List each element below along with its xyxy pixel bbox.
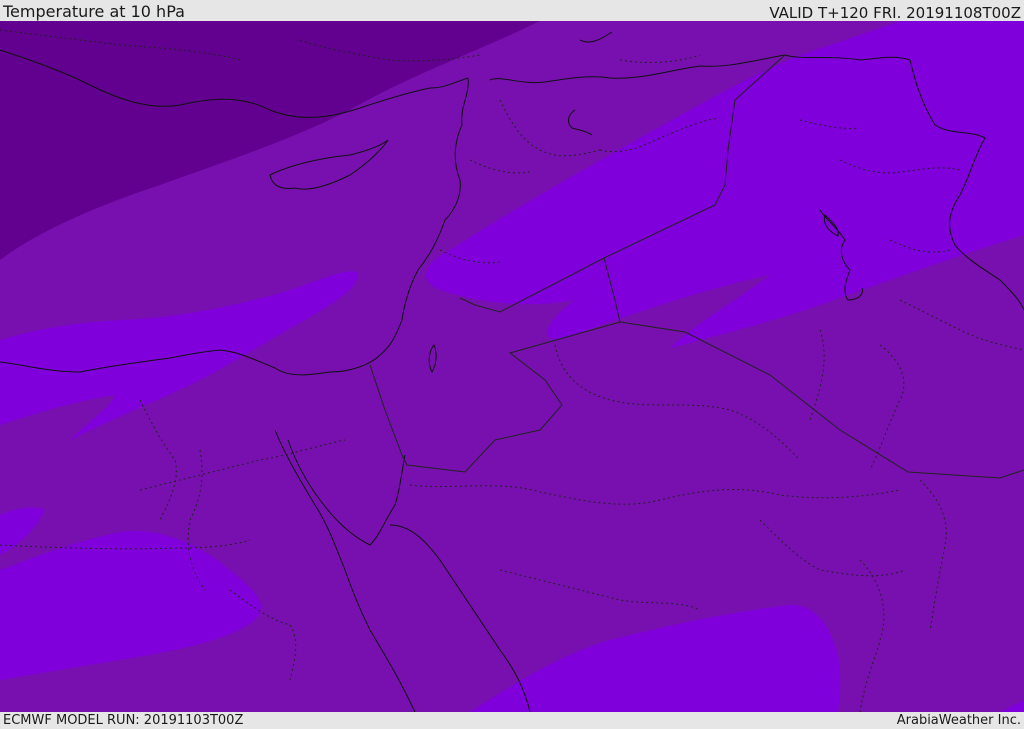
map-title: Temperature at 10 hPa bbox=[3, 2, 185, 21]
weather-map[interactable] bbox=[0, 21, 1024, 712]
footer-bar: ECMWF MODEL RUN: 20191103T00Z ArabiaWeat… bbox=[0, 712, 1024, 729]
model-run: ECMWF MODEL RUN: 20191103T00Z bbox=[3, 713, 244, 728]
header-bar: Temperature at 10 hPa VALID T+120 FRI. 2… bbox=[0, 0, 1024, 22]
valid-time: VALID T+120 FRI. 20191108T00Z bbox=[769, 4, 1021, 22]
map-canvas bbox=[0, 21, 1024, 712]
credit-text: ArabiaWeather Inc. bbox=[896, 713, 1021, 728]
